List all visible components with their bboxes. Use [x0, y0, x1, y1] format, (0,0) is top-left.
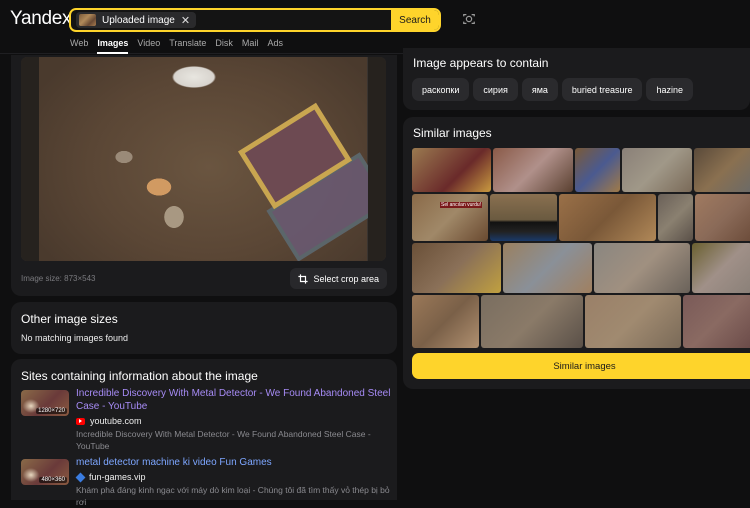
tab-disk[interactable]: Disk [215, 38, 233, 48]
site-domain-label: youtube.com [90, 416, 142, 426]
other-sizes-title: Other image sizes [21, 312, 118, 326]
site-thumbnail[interactable]: 1280×720 [21, 390, 69, 416]
tab-web[interactable]: Web [70, 38, 88, 48]
other-sizes-message: No matching images found [21, 333, 129, 343]
image-size-label: Image size: 873×543 [21, 274, 96, 283]
similar-image-tile[interactable] [594, 243, 690, 293]
tab-images[interactable]: Images [97, 38, 129, 54]
tag-chip[interactable]: яма [521, 78, 558, 101]
tab-video[interactable]: Video [137, 38, 160, 48]
similar-image-tile[interactable] [490, 194, 557, 241]
other-sizes-card: Other image sizes No matching images fou… [11, 302, 397, 354]
image-contains-card: Image appears to contain раскопки сирия … [403, 48, 750, 110]
similar-row [412, 243, 750, 293]
similar-row [412, 148, 750, 192]
youtube-icon [76, 417, 85, 425]
site-title-link[interactable]: Incredible Discovery With Metal Detector… [76, 387, 391, 413]
tag-list: раскопки сирия яма buried treasure hazin… [412, 78, 693, 101]
main-image-card: Image size: 873×543 Select crop area [11, 55, 397, 296]
similar-image-tile[interactable] [493, 148, 573, 192]
contains-title: Image appears to contain [413, 56, 549, 70]
site-title-link[interactable]: metal detector machine ki video Fun Game… [76, 456, 391, 469]
yandex-logo[interactable]: Yandex [10, 8, 72, 30]
similar-images-button[interactable]: Similar images [412, 353, 750, 379]
similar-title: Similar images [413, 126, 492, 140]
crop-button-label: Select crop area [313, 273, 379, 284]
similar-image-tile[interactable] [412, 148, 491, 192]
nav-tabs: Web Images Video Translate Disk Mail Ads [70, 38, 283, 54]
site-description: Khám phá đáng kinh ngạc với máy dò kim l… [76, 485, 390, 507]
similar-image-tile[interactable] [503, 243, 592, 293]
similar-image-tile[interactable] [481, 295, 583, 348]
close-icon[interactable]: ✕ [181, 14, 190, 27]
diamond-icon [75, 472, 86, 482]
crop-icon [298, 273, 309, 284]
tag-chip[interactable]: buried treasure [561, 78, 643, 101]
uploaded-image-preview[interactable] [21, 57, 386, 261]
select-crop-area-button[interactable]: Select crop area [290, 268, 387, 289]
site-thumbnail[interactable]: 480×360 [21, 459, 69, 485]
similar-image-tile[interactable] [585, 295, 681, 348]
similar-row [412, 295, 750, 348]
similar-image-tile[interactable] [683, 295, 750, 348]
search-button[interactable]: Search [391, 10, 439, 30]
similar-image-tile[interactable] [412, 295, 479, 348]
site-domain-label: fun-games.vip [89, 472, 146, 482]
site-domain[interactable]: fun-games.vip [75, 472, 146, 482]
uploaded-image-thumbnail [79, 14, 96, 26]
tab-translate[interactable]: Translate [169, 38, 206, 48]
similar-image-tile[interactable] [692, 243, 750, 293]
image-side-blur [368, 57, 386, 261]
similar-images-card: Similar images Sel ancılan vurdu! Simila… [403, 117, 750, 389]
similar-image-tile[interactable] [559, 194, 656, 241]
similar-image-tile[interactable] [658, 194, 693, 241]
similar-image-tile[interactable] [622, 148, 692, 192]
thumbnail-size-badge: 1280×720 [36, 408, 67, 414]
tile-overlay-text: Sel ancılan vurdu! [440, 202, 483, 208]
similar-image-tile[interactable] [575, 148, 620, 192]
site-description: Incredible Discovery With Metal Detector… [76, 429, 371, 451]
photo-content [39, 57, 386, 261]
tab-ads[interactable]: Ads [267, 38, 283, 48]
thumbnail-size-badge: 480×360 [39, 477, 67, 483]
header: Yandex Uploaded image ✕ Search Web Image… [0, 0, 750, 54]
image-side-blur [21, 57, 39, 261]
sites-card: Sites containing information about the i… [11, 359, 397, 507]
similar-row: Sel ancılan vurdu! [412, 194, 750, 241]
uploaded-image-chip[interactable]: Uploaded image ✕ [76, 12, 197, 28]
site-domain[interactable]: youtube.com [76, 416, 142, 426]
similar-image-tile[interactable] [694, 148, 750, 192]
similar-image-tile[interactable]: Sel ancılan vurdu! [412, 194, 488, 241]
tab-mail[interactable]: Mail [242, 38, 259, 48]
sites-title: Sites containing information about the i… [21, 369, 258, 383]
chip-label: Uploaded image [102, 14, 175, 26]
camera-search-icon[interactable] [462, 12, 476, 26]
search-bar[interactable]: Uploaded image ✕ Search [69, 8, 441, 32]
tag-chip[interactable]: сирия [473, 78, 518, 101]
tag-chip[interactable]: раскопки [412, 78, 470, 101]
tag-chip[interactable]: hazine [646, 78, 693, 101]
similar-image-tile[interactable] [412, 243, 501, 293]
similar-image-tile[interactable] [695, 194, 750, 241]
